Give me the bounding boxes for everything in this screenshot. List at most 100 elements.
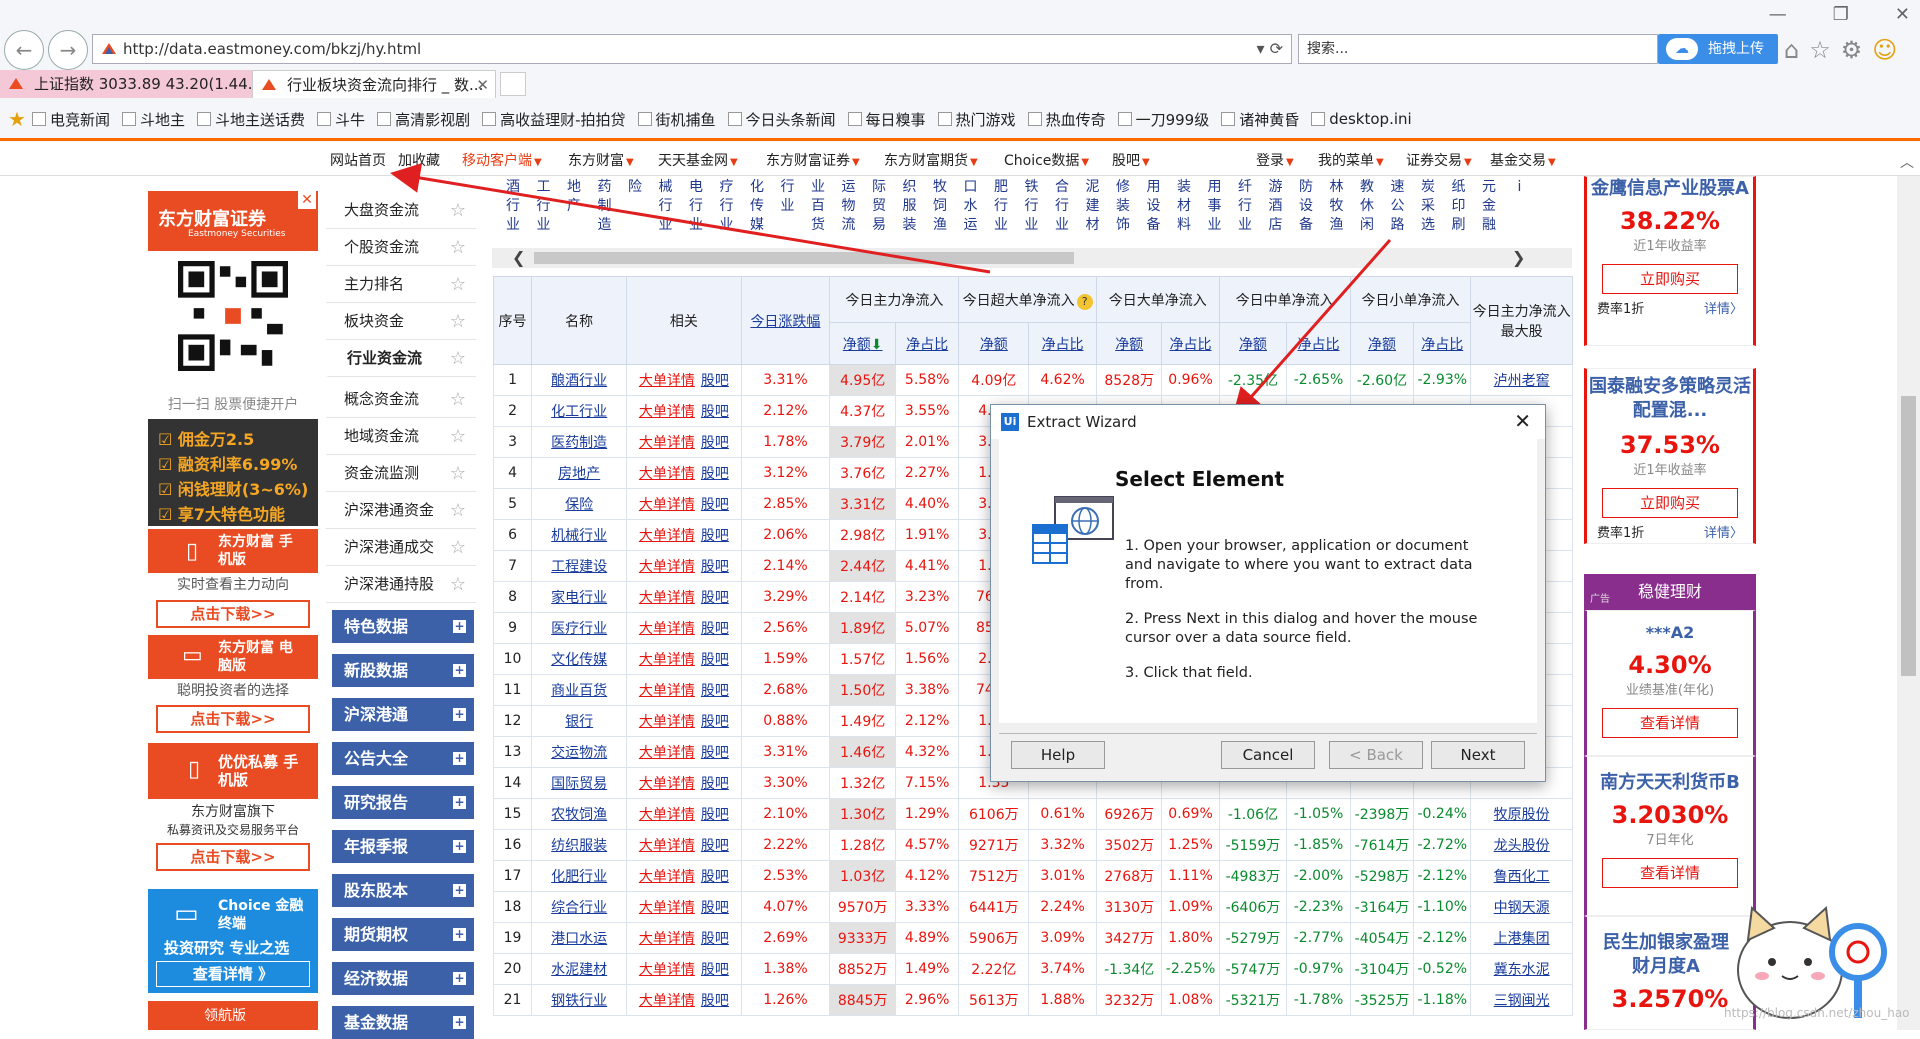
nav-choice[interactable]: Choice数据 ▼ xyxy=(1004,150,1089,170)
restore-icon[interactable]: ❐ xyxy=(1833,4,1849,25)
favorite-item[interactable]: 高清影视剧 xyxy=(377,109,470,130)
guba-link[interactable]: 股吧 xyxy=(701,838,729,854)
nav-fund[interactable]: 天天基金网 ▼ xyxy=(658,150,738,170)
star-icon[interactable]: ☆ xyxy=(450,492,466,529)
industry-name-link[interactable]: 钢铁行业 xyxy=(531,984,628,1016)
industry-link[interactable]: 纤行业 xyxy=(1238,178,1252,235)
industry-link[interactable]: 工行业 xyxy=(537,178,551,235)
download-button[interactable]: 点击下载>> xyxy=(156,600,310,628)
menu-block[interactable]: 期货期权 + xyxy=(332,918,474,951)
guba-link[interactable]: 股吧 xyxy=(701,900,729,916)
dialog-close-icon[interactable]: ✕ xyxy=(1514,409,1531,433)
guba-link[interactable]: 股吧 xyxy=(701,559,729,575)
industry-link[interactable]: 用事业 xyxy=(1208,178,1222,235)
menu-block[interactable]: 股东股本 + xyxy=(332,874,474,907)
tab-close-icon[interactable]: ✕ xyxy=(476,71,489,99)
industry-link[interactable]: 化传媒 xyxy=(750,178,764,235)
help-icon[interactable]: ? xyxy=(1076,293,1093,310)
industry-name-link[interactable]: 酿酒行业 xyxy=(531,364,628,396)
new-tab-button[interactable] xyxy=(500,72,526,96)
menu-item[interactable]: 概念资金流 ☆ xyxy=(326,381,476,418)
nav-mobile-client[interactable]: 移动客户端 ▼ xyxy=(462,150,542,170)
guba-link[interactable]: 股吧 xyxy=(701,714,729,730)
favorite-item[interactable]: 电竞新闻 xyxy=(32,109,110,130)
ad-close-icon[interactable]: ✕ xyxy=(298,191,316,209)
industry-link[interactable]: 教休闲 xyxy=(1360,178,1374,235)
star-icon[interactable]: ☆ xyxy=(450,381,466,418)
help-button[interactable]: Help xyxy=(1011,741,1105,769)
securities-ad[interactable]: 东方财富证券 Eastmoney Securities ✕ 扫一扫 股票便捷开户… xyxy=(148,191,318,526)
lead-stock-link[interactable]: 龙头股份 xyxy=(1470,829,1573,861)
minimize-icon[interactable]: — xyxy=(1769,4,1787,25)
sort-net-super[interactable]: 净额 xyxy=(958,322,1030,365)
industry-link[interactable]: 险 xyxy=(628,178,642,197)
guba-link[interactable]: 股吧 xyxy=(701,931,729,947)
industry-link[interactable]: 口水运 xyxy=(964,178,978,235)
nav-home[interactable]: 网站首页 xyxy=(330,150,386,170)
industry-name-link[interactable]: 保险 xyxy=(531,488,628,520)
nav-fund-trade[interactable]: 基金交易 ▼ xyxy=(1490,150,1556,170)
big-order-details-link[interactable]: 大单详情 xyxy=(639,776,695,792)
industry-name-link[interactable]: 化肥行业 xyxy=(531,860,628,892)
industry-link[interactable]: 速公路 xyxy=(1391,178,1405,235)
big-order-details-link[interactable]: 大单详情 xyxy=(639,435,695,451)
favorite-item[interactable]: 街机捕鱼 xyxy=(637,109,716,130)
download-button[interactable]: 点击下载>> xyxy=(156,705,310,733)
guba-link[interactable]: 股吧 xyxy=(701,993,729,1009)
industry-link[interactable]: 肥行业 xyxy=(994,178,1008,235)
scroll-thumb[interactable] xyxy=(1901,396,1916,676)
favorite-item[interactable]: 热门游戏 xyxy=(937,109,1016,130)
menu-item-active[interactable]: 行业资金流 ☆ xyxy=(326,340,476,377)
industry-name-link[interactable]: 家电行业 xyxy=(531,581,628,613)
guba-link[interactable]: 股吧 xyxy=(701,590,729,606)
guba-link[interactable]: 股吧 xyxy=(701,776,729,792)
cancel-button[interactable]: Cancel xyxy=(1221,741,1315,769)
menu-block[interactable]: 基金数据 + xyxy=(332,1006,474,1039)
industry-link[interactable]: 疗行业 xyxy=(720,178,734,235)
big-order-details-link[interactable]: 大单详情 xyxy=(639,993,695,1009)
lead-stock-link[interactable]: 中钢天源 xyxy=(1470,891,1573,923)
nav-stock-trade[interactable]: 证券交易 ▼ xyxy=(1406,150,1472,170)
lead-stock-link[interactable]: 冀东水泥 xyxy=(1470,953,1573,985)
industry-link[interactable]: 修装饰 xyxy=(1116,178,1130,235)
guba-link[interactable]: 股吧 xyxy=(701,373,729,389)
nav-eastmoney[interactable]: 东方财富 ▼ xyxy=(568,150,634,170)
scroll-right-icon[interactable]: ❯ xyxy=(1512,248,1525,267)
sort-net-small[interactable]: 净额 xyxy=(1349,322,1415,365)
industry-name-link[interactable]: 房地产 xyxy=(531,457,628,489)
fund-card[interactable]: ***A2 4.30% 业绩基准(年化) 查看详情 xyxy=(1584,610,1756,756)
settings-gear-icon[interactable]: ⚙ xyxy=(1841,36,1863,64)
industry-link[interactable]: 游酒店 xyxy=(1269,178,1283,235)
close-icon[interactable]: ✕ xyxy=(1895,4,1910,25)
guba-link[interactable]: 股吧 xyxy=(701,404,729,420)
back-icon[interactable]: ← xyxy=(4,30,44,70)
big-order-details-link[interactable]: 大单详情 xyxy=(639,559,695,575)
menu-item[interactable]: 资金流监测 ☆ xyxy=(326,455,476,492)
menu-item[interactable]: 板块资金 ☆ xyxy=(326,303,476,340)
industry-name-link[interactable]: 医药制造 xyxy=(531,426,628,458)
industry-name-link[interactable]: 文化传媒 xyxy=(531,643,628,675)
industry-name-link[interactable]: 机械行业 xyxy=(531,519,628,551)
nav-guba[interactable]: 股吧 ▼ xyxy=(1112,150,1150,170)
industry-link[interactable]: 防设备 xyxy=(1299,178,1313,235)
industry-link[interactable]: 织服装 xyxy=(903,178,917,235)
lead-stock-link[interactable]: 上港集团 xyxy=(1470,922,1573,954)
sort-net-main[interactable]: 净额⬇ xyxy=(829,322,896,365)
smiley-icon[interactable]: ☺ xyxy=(1872,36,1897,64)
fund-card[interactable]: 金鹰信息产业股票A 38.22% 近1年收益率 立即购买 费率1折 详情〉 xyxy=(1584,176,1756,346)
big-order-details-link[interactable]: 大单详情 xyxy=(639,497,695,513)
details-link[interactable]: 详情〉 xyxy=(1704,522,1743,541)
lead-stock-link[interactable]: 三钢闽光 xyxy=(1470,984,1573,1016)
menu-item[interactable]: 主力排名 ☆ xyxy=(326,266,476,303)
download-button[interactable]: 点击下载>> xyxy=(156,843,310,871)
nav-bookmark[interactable]: 加收藏 xyxy=(398,150,440,170)
favorites-bar-star-icon[interactable]: ★ xyxy=(2,107,32,131)
lead-stock-link[interactable]: 鲁西化工 xyxy=(1470,860,1573,892)
industry-link[interactable]: 药制造 xyxy=(598,178,612,235)
industry-name-link[interactable]: 银行 xyxy=(531,705,628,737)
star-icon[interactable]: ☆ xyxy=(450,303,466,340)
star-icon[interactable]: ☆ xyxy=(450,229,466,266)
col-header-change[interactable]: 今日涨跌幅 xyxy=(740,276,831,365)
home-icon[interactable]: ⌂ xyxy=(1784,36,1799,64)
sort-net-big[interactable]: 净额 xyxy=(1095,322,1163,365)
